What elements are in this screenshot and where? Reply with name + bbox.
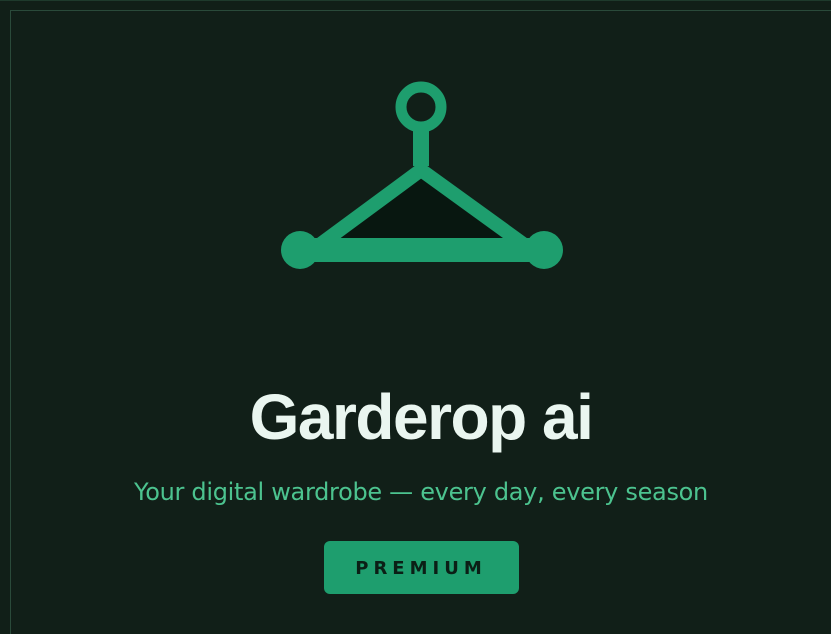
hanger-knob-right [525, 231, 563, 269]
hanger-neck [413, 122, 429, 166]
app-tagline: Your digital wardrobe — every day, every… [134, 478, 708, 506]
hanger-knob-left [281, 231, 319, 269]
app-title: Garderop ai [249, 381, 594, 453]
premium-button[interactable]: PREMIUM [324, 541, 519, 594]
hanger-body [311, 163, 533, 253]
hanger-hook-ring [395, 81, 447, 133]
hanger-bar [300, 238, 546, 262]
hanger-icon [281, 81, 563, 269]
